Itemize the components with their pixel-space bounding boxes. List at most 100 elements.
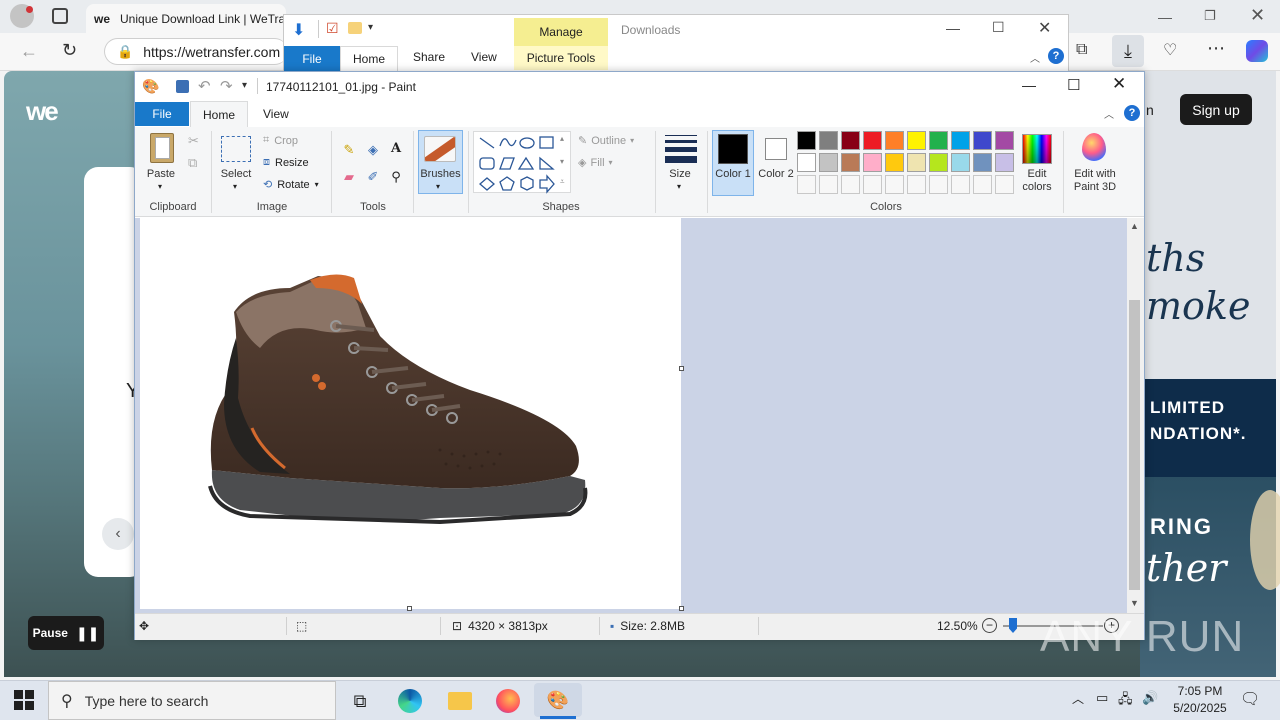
select-dropdown-icon[interactable]: ▾: [233, 182, 237, 191]
palette-swatch[interactable]: [797, 131, 816, 150]
paint-help-icon[interactable]: ?: [1124, 105, 1140, 121]
paint3d-icon[interactable]: [1082, 133, 1106, 161]
custom-color-slot[interactable]: [929, 175, 948, 194]
qat-customize-icon[interactable]: ▾: [242, 80, 247, 91]
properties-icon[interactable]: ☑: [326, 20, 339, 37]
palette-swatch[interactable]: [819, 153, 838, 172]
browser-close-icon[interactable]: ✕: [1250, 5, 1265, 26]
resize-handle-right[interactable]: [679, 366, 684, 371]
explorer-help-icon[interactable]: ?: [1048, 48, 1064, 64]
shapes-expand-icon[interactable]: ⩡: [560, 177, 565, 187]
paint-tab-view[interactable]: View: [263, 107, 289, 121]
palette-swatch[interactable]: [973, 131, 992, 150]
palette-swatch[interactable]: [995, 153, 1014, 172]
explorer-collapse-icon[interactable]: ︿: [1030, 50, 1040, 65]
crop-button[interactable]: ⌗ Crop: [263, 134, 298, 147]
new-folder-icon[interactable]: [348, 22, 362, 34]
back-arrow-icon[interactable]: ←: [20, 41, 38, 62]
undo-icon[interactable]: ↶: [198, 77, 211, 95]
file-explorer-taskbar-icon[interactable]: [440, 686, 480, 716]
collections-icon[interactable]: ⧉: [1076, 41, 1087, 59]
palette-swatch[interactable]: [907, 153, 926, 172]
explorer-tab-home[interactable]: Home: [340, 46, 398, 71]
custom-color-slot[interactable]: [885, 175, 904, 194]
scroll-up-icon[interactable]: ▲: [1130, 221, 1139, 231]
explorer-tab-share[interactable]: Share: [413, 50, 445, 64]
select-button[interactable]: Select: [216, 168, 256, 180]
palette-swatch[interactable]: [907, 131, 926, 150]
magnifier-icon[interactable]: ⚲: [387, 168, 405, 186]
tray-device-icon[interactable]: ▭: [1096, 690, 1108, 706]
palette-swatch[interactable]: [929, 153, 948, 172]
custom-color-slot[interactable]: [819, 175, 838, 194]
ribbon-collapse-icon[interactable]: ︿: [1104, 106, 1114, 121]
notifications-icon[interactable]: 🗨: [1240, 689, 1260, 709]
edit-colors-button[interactable]: Edit colors: [1016, 168, 1058, 194]
palette-swatch[interactable]: [995, 131, 1014, 150]
palette-swatch[interactable]: [951, 131, 970, 150]
scroll-thumb[interactable]: [1129, 300, 1140, 590]
paint-taskbar-icon[interactable]: 🎨: [534, 683, 582, 717]
url-field[interactable]: 🔒 https://wetransfer.com: [104, 38, 288, 65]
tab-picture-tools[interactable]: Picture Tools: [514, 46, 608, 70]
tab-actions-icon[interactable]: [52, 8, 68, 24]
explorer-tab-view[interactable]: View: [471, 50, 497, 64]
cut-icon[interactable]: ✂: [188, 133, 199, 149]
custom-color-slot[interactable]: [863, 175, 882, 194]
select-icon[interactable]: [221, 136, 251, 162]
palette-swatch[interactable]: [973, 153, 992, 172]
resize-button[interactable]: ⧈ Resize: [263, 156, 309, 169]
taskbar-search-box[interactable]: ⚲ Type here to search: [48, 681, 336, 720]
clock-date[interactable]: 5/20/2025: [1166, 701, 1234, 715]
carousel-prev-button[interactable]: ‹: [102, 518, 134, 550]
custom-color-slot[interactable]: [951, 175, 970, 194]
image-canvas[interactable]: [140, 218, 681, 609]
sign-up-button[interactable]: Sign up: [1180, 94, 1252, 125]
copilot-icon[interactable]: [1246, 40, 1268, 62]
color2-swatch[interactable]: [765, 138, 787, 160]
outline-button[interactable]: ✎ Outline ▾: [578, 134, 634, 148]
firefox-taskbar-icon[interactable]: [488, 686, 528, 716]
size-dropdown-icon[interactable]: ▾: [677, 182, 681, 191]
tab-manage[interactable]: Manage: [514, 18, 608, 46]
browser-minimize-icon[interactable]: —: [1158, 9, 1172, 25]
shapes-scroll-down-icon[interactable]: ▾: [560, 157, 564, 166]
paint-app-icon[interactable]: 🎨: [142, 78, 159, 95]
scroll-down-icon[interactable]: ▼: [1130, 598, 1139, 608]
rotate-button[interactable]: ⟲ Rotate ▾: [263, 178, 319, 192]
zoom-out-icon[interactable]: −: [982, 618, 997, 633]
task-view-icon[interactable]: ⧉: [340, 686, 380, 716]
paint-close-icon[interactable]: ✕: [1112, 74, 1126, 94]
edge-taskbar-icon[interactable]: [390, 686, 430, 716]
paint-maximize-icon[interactable]: ☐: [1067, 76, 1080, 94]
palette-swatch[interactable]: [797, 153, 816, 172]
brushes-dropdown-icon[interactable]: ▾: [436, 182, 440, 191]
edit-colors-icon[interactable]: [1022, 134, 1052, 164]
explorer-maximize-icon[interactable]: ☐: [992, 19, 1005, 36]
browser-essentials-icon[interactable]: ♡: [1163, 40, 1177, 60]
color-picker-icon[interactable]: ✐: [364, 168, 382, 186]
fill-button[interactable]: ◈ Fill ▾: [578, 156, 613, 170]
custom-color-slot[interactable]: [841, 175, 860, 194]
browser-tab-active[interactable]: we Unique Download Link | WeTra: [86, 4, 286, 33]
pause-button[interactable]: Pause ❚❚: [28, 616, 104, 650]
browser-restore-icon[interactable]: ❐: [1204, 8, 1216, 24]
custom-color-slot[interactable]: [907, 175, 926, 194]
eraser-icon[interactable]: ▰: [340, 168, 358, 186]
paint-tab-home[interactable]: Home: [190, 101, 248, 128]
paste-button[interactable]: Paste: [144, 168, 178, 180]
login-partial-text[interactable]: n: [1146, 102, 1154, 118]
clock-time[interactable]: 7:05 PM: [1170, 684, 1230, 698]
more-menu-icon[interactable]: ⋯: [1207, 38, 1225, 59]
palette-swatch[interactable]: [819, 131, 838, 150]
palette-swatch[interactable]: [841, 131, 860, 150]
explorer-close-icon[interactable]: ✕: [1038, 18, 1051, 38]
palette-swatch[interactable]: [863, 131, 882, 150]
palette-swatch[interactable]: [951, 153, 970, 172]
qat-dropdown-icon[interactable]: ▾: [368, 22, 373, 33]
palette-swatch[interactable]: [885, 131, 904, 150]
resize-handle-bottom[interactable]: [407, 606, 412, 611]
wetransfer-logo[interactable]: we: [26, 96, 59, 127]
resize-handle-corner[interactable]: [679, 606, 684, 611]
custom-color-slot[interactable]: [995, 175, 1014, 194]
